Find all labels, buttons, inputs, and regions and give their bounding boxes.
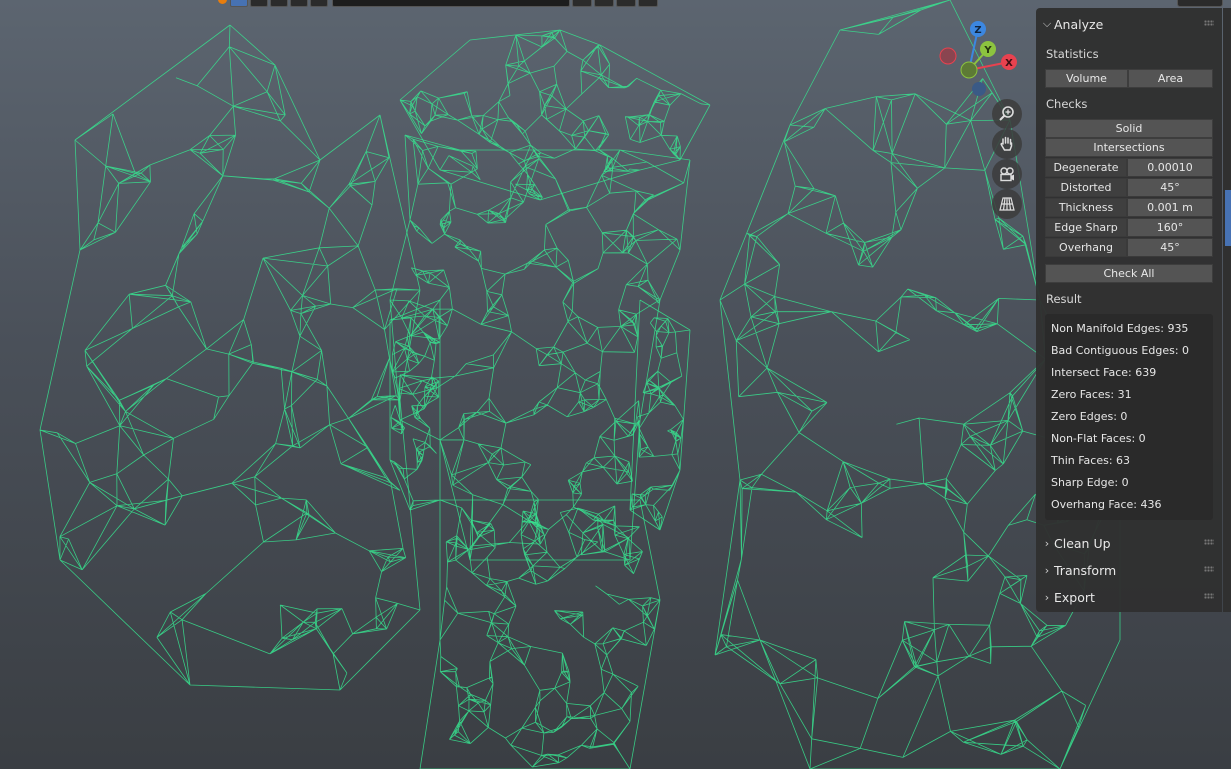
- overhang-button[interactable]: Overhang: [1045, 238, 1127, 257]
- chevron-right-icon: ›: [1044, 563, 1050, 577]
- header-field[interactable]: [332, 0, 570, 7]
- transform-panel-title: Transform: [1054, 562, 1117, 578]
- area-button[interactable]: Area: [1128, 69, 1213, 88]
- result-line[interactable]: Intersect Face: 639: [1051, 366, 1156, 379]
- camera-icon[interactable]: [992, 159, 1022, 189]
- drag-grip-icon[interactable]: [1204, 566, 1214, 572]
- result-line[interactable]: Non Manifold Edges: 935: [1051, 322, 1188, 335]
- neg-x-axis-icon[interactable]: [939, 47, 957, 65]
- checks-label: Checks: [1046, 97, 1088, 111]
- export-panel-title: Export: [1054, 589, 1095, 605]
- navigation-gizmo[interactable]: Z Y X: [930, 18, 1020, 108]
- analyze-panel-title: Analyze: [1054, 16, 1104, 32]
- snap-icon[interactable]: [572, 0, 592, 7]
- x-axis-label: X: [1005, 58, 1013, 69]
- statistics-label: Statistics: [1046, 47, 1099, 61]
- select-mode-toolbar[interactable]: [230, 0, 328, 7]
- select-mode-icon[interactable]: [310, 0, 328, 7]
- neg-y-axis-icon[interactable]: [960, 61, 978, 79]
- select-box-icon[interactable]: [230, 0, 248, 7]
- analyze-panel-header[interactable]: ⌵ Analyze: [1040, 11, 1218, 37]
- check-row-thickness: Thickness 0.001 m: [1045, 198, 1213, 218]
- check-all-button[interactable]: Check All: [1045, 264, 1213, 283]
- result-label: Result: [1046, 292, 1082, 306]
- hand-icon[interactable]: [992, 129, 1022, 159]
- select-lasso-icon[interactable]: [270, 0, 288, 7]
- clean-up-panel-header[interactable]: › Clean Up: [1040, 530, 1218, 556]
- export-panel-header[interactable]: › Export: [1040, 584, 1218, 610]
- check-row-overhang: Overhang 45°: [1045, 238, 1213, 258]
- select-circle-icon[interactable]: [250, 0, 268, 7]
- y-axis-label: Y: [983, 45, 992, 56]
- result-line[interactable]: Zero Edges: 0: [1051, 410, 1127, 423]
- chevron-right-icon: ›: [1044, 590, 1050, 604]
- degenerate-value-field[interactable]: 0.00010: [1127, 158, 1213, 177]
- header-right-button[interactable]: [1177, 0, 1223, 7]
- drag-grip-icon[interactable]: [1204, 593, 1214, 599]
- transform-panel-header[interactable]: › Transform: [1040, 557, 1218, 583]
- solid-button[interactable]: Solid: [1045, 119, 1213, 138]
- check-row-edge-sharp: Edge Sharp 160°: [1045, 218, 1213, 238]
- drag-grip-icon[interactable]: [1204, 539, 1214, 545]
- active-sidebar-tab[interactable]: [1225, 190, 1231, 246]
- chevron-down-icon: ⌵: [1042, 17, 1052, 30]
- clean-up-panel-title: Clean Up: [1054, 535, 1111, 551]
- check-row-distorted: Distorted 45°: [1045, 178, 1213, 198]
- snap-toolbar[interactable]: [572, 0, 658, 7]
- result-line[interactable]: Sharp Edge: 0: [1051, 476, 1129, 489]
- overhang-value-field[interactable]: 45°: [1127, 238, 1213, 257]
- drag-grip-icon[interactable]: [1204, 20, 1214, 26]
- distorted-button[interactable]: Distorted: [1045, 178, 1127, 197]
- overlay-icon[interactable]: [638, 0, 658, 7]
- result-line[interactable]: Non-Flat Faces: 0: [1051, 432, 1146, 445]
- sidebar-tab-strip[interactable]: [1223, 8, 1231, 612]
- zoom-icon[interactable]: [992, 99, 1022, 129]
- volume-button[interactable]: Volume: [1045, 69, 1128, 88]
- intersections-button[interactable]: Intersections: [1045, 138, 1213, 157]
- result-line[interactable]: Overhang Face: 436: [1051, 498, 1162, 511]
- edge-sharp-button[interactable]: Edge Sharp: [1045, 218, 1127, 237]
- distorted-value-field[interactable]: 45°: [1127, 178, 1213, 197]
- result-line[interactable]: Thin Faces: 63: [1051, 454, 1130, 467]
- check-row-degenerate: Degenerate 0.00010: [1045, 158, 1213, 178]
- select-tweak-icon[interactable]: [290, 0, 308, 7]
- grid-icon[interactable]: [992, 189, 1022, 219]
- result-line[interactable]: Zero Faces: 31: [1051, 388, 1132, 401]
- degenerate-button[interactable]: Degenerate: [1045, 158, 1127, 177]
- z-axis-label: Z: [974, 25, 981, 36]
- result-line[interactable]: Bad Contiguous Edges: 0: [1051, 344, 1189, 357]
- sidebar-panel: ⌵ Analyze Statistics Volume Area Checks …: [1036, 8, 1222, 612]
- proportional-edit-icon[interactable]: [616, 0, 636, 7]
- edge-sharp-value-field[interactable]: 160°: [1127, 218, 1213, 237]
- neg-z-axis-icon[interactable]: [972, 82, 986, 96]
- thickness-value-field[interactable]: 0.001 m: [1127, 198, 1213, 217]
- thickness-button[interactable]: Thickness: [1045, 198, 1127, 217]
- magnet-icon[interactable]: [594, 0, 614, 7]
- chevron-right-icon: ›: [1044, 536, 1050, 550]
- result-box: Non Manifold Edges: 935 Bad Contiguous E…: [1045, 314, 1213, 520]
